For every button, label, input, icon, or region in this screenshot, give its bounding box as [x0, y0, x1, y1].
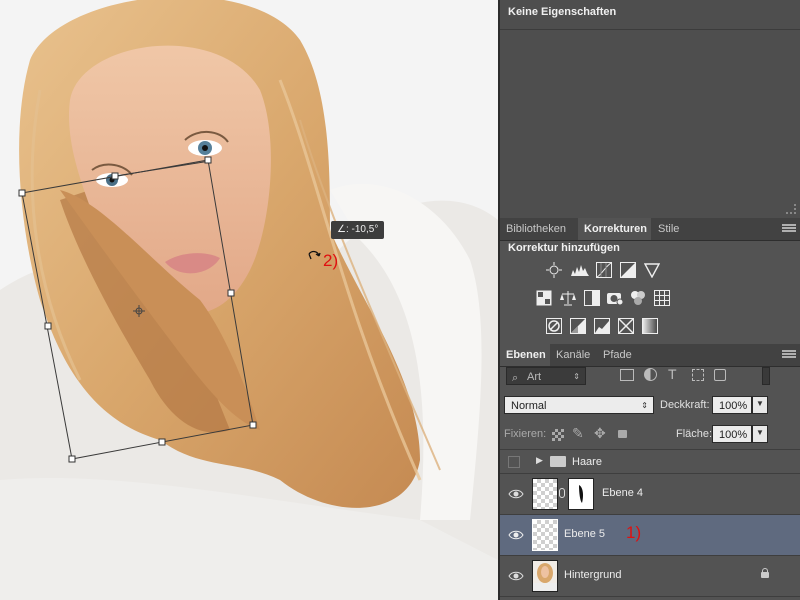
curves-icon[interactable] [596, 262, 612, 278]
adjustments-heading: Korrektur hinzufügen [508, 242, 620, 254]
lock-transparency-icon[interactable] [552, 429, 564, 441]
photo-filter-icon[interactable] [606, 290, 624, 306]
eye-icon[interactable] [508, 487, 524, 501]
layer-thumbnail [532, 560, 558, 592]
rotation-readout: ∠: -10,5° [331, 221, 385, 239]
adjustments-tab-bar: Bibliotheken Korrekturen Stile [500, 218, 800, 241]
rotate-cursor-icon [308, 250, 321, 260]
opacity-dropdown-button[interactable]: ▼ [752, 396, 768, 414]
color-lookup-icon[interactable] [654, 290, 670, 306]
lock-paint-icon[interactable]: ✎ [572, 425, 584, 442]
layers-panel-menu-icon[interactable] [782, 349, 796, 359]
threshold-icon[interactable] [594, 318, 610, 334]
transform-handle-top-right [204, 156, 212, 164]
layer-thumbnail [532, 478, 558, 510]
lock-all-icon[interactable] [618, 430, 627, 438]
blend-mode-value: Normal [511, 400, 547, 412]
chevron-updown-icon: ⇕ [641, 401, 648, 410]
transform-handle-bottom-right [249, 421, 257, 429]
exposure-icon[interactable] [620, 262, 636, 278]
tab-bibliotheken[interactable]: Bibliotheken [500, 218, 578, 240]
properties-title: Keine Eigenschaften [508, 6, 617, 18]
chevron-updown-icon: ⇕ [573, 372, 580, 381]
filter-toggle-switch[interactable] [762, 367, 770, 385]
brightness-icon[interactable] [546, 262, 562, 278]
transform-handle-bottom-left [68, 455, 76, 463]
lock-label: Fixieren: [504, 428, 547, 440]
tab-korrekturen[interactable]: Korrekturen [578, 218, 651, 240]
search-icon: ⌕ [512, 372, 519, 384]
layer-name-ebene-4[interactable]: Ebene 4 [602, 487, 643, 499]
channel-mixer-icon[interactable] [630, 290, 646, 306]
eye-icon[interactable] [508, 569, 524, 583]
layer-name-hintergrund[interactable]: Hintergrund [564, 569, 621, 581]
eye-icon[interactable] [508, 528, 524, 542]
filter-pixel-icon[interactable] [620, 369, 634, 381]
black-white-icon[interactable] [584, 290, 600, 306]
fill-dropdown-button[interactable]: ▼ [752, 425, 768, 443]
vibrance-icon[interactable] [643, 262, 661, 279]
color-balance-icon[interactable] [560, 290, 576, 306]
layer-name-haare[interactable]: Haare [572, 456, 602, 468]
transform-handle-top-left [18, 189, 26, 197]
lock-icon [761, 568, 769, 578]
panel-menu-icon[interactable] [782, 223, 796, 233]
properties-panel: Keine Eigenschaften [500, 0, 800, 218]
transform-handle-right [227, 289, 235, 297]
layers-tab-bar: Ebenen Kanäle Pfade [500, 344, 800, 367]
annotation-label-1: 1) [626, 523, 642, 542]
tab-kanaele[interactable]: Kanäle [550, 344, 596, 366]
lock-position-icon[interactable]: ✥ [594, 425, 606, 442]
filter-type-icon[interactable]: T [668, 366, 677, 382]
opacity-label: Deckkraft: [660, 399, 710, 411]
filter-adjustment-icon[interactable] [644, 368, 657, 381]
resize-grip-icon[interactable] [786, 204, 796, 214]
gradient-map-icon[interactable] [642, 318, 658, 334]
invert-icon[interactable] [546, 318, 562, 334]
link-icon[interactable] [559, 488, 565, 498]
posterize-icon[interactable] [570, 318, 586, 334]
folder-icon [550, 456, 566, 467]
layer-row-hintergrund[interactable]: Hintergrund [500, 556, 800, 597]
reference-point-icon [133, 305, 145, 317]
blend-mode-select[interactable]: Normal ⇕ [504, 396, 654, 414]
fill-input[interactable]: 100% [712, 425, 752, 443]
layer-filter-select[interactable]: ⌕ Art ⇕ [506, 367, 586, 385]
selective-color-icon[interactable] [618, 318, 634, 334]
panel-dock: Keine Eigenschaften Bibliotheken Korrekt… [498, 0, 800, 600]
opacity-input[interactable]: 100% [712, 396, 752, 414]
visibility-toggle-empty[interactable] [508, 456, 520, 468]
transform-handle-bottom [158, 438, 166, 446]
transform-handle-top [111, 172, 119, 180]
layer-row-ebene-4[interactable]: Ebene 4 [500, 474, 800, 515]
tab-stile[interactable]: Stile [652, 218, 688, 240]
fill-label: Fläche: [676, 428, 713, 440]
document-canvas[interactable]: ∠: -10,5° 2) [0, 0, 498, 600]
hue-saturation-icon[interactable] [536, 290, 552, 306]
filter-smart-object-icon[interactable] [714, 369, 726, 381]
transform-handle-left [44, 322, 52, 330]
levels-icon[interactable] [570, 262, 590, 278]
tab-pfade[interactable]: Pfade [597, 344, 637, 366]
layer-row-haare[interactable]: ▶ Haare [500, 450, 800, 474]
layer-mask-thumbnail[interactable] [568, 478, 594, 510]
annotation-label-2: 2) [323, 251, 339, 270]
filter-shape-icon[interactable] [692, 369, 704, 381]
layer-thumbnail [532, 519, 558, 551]
transform-bounding-box[interactable] [0, 0, 498, 600]
layer-row-ebene-5[interactable]: Ebene 5 1) [500, 515, 800, 556]
tab-ebenen[interactable]: Ebenen [500, 344, 550, 366]
layer-name-ebene-5[interactable]: Ebene 5 [564, 528, 605, 540]
group-expand-icon[interactable]: ▶ [536, 455, 543, 466]
layer-filter-label: Art [527, 371, 542, 383]
